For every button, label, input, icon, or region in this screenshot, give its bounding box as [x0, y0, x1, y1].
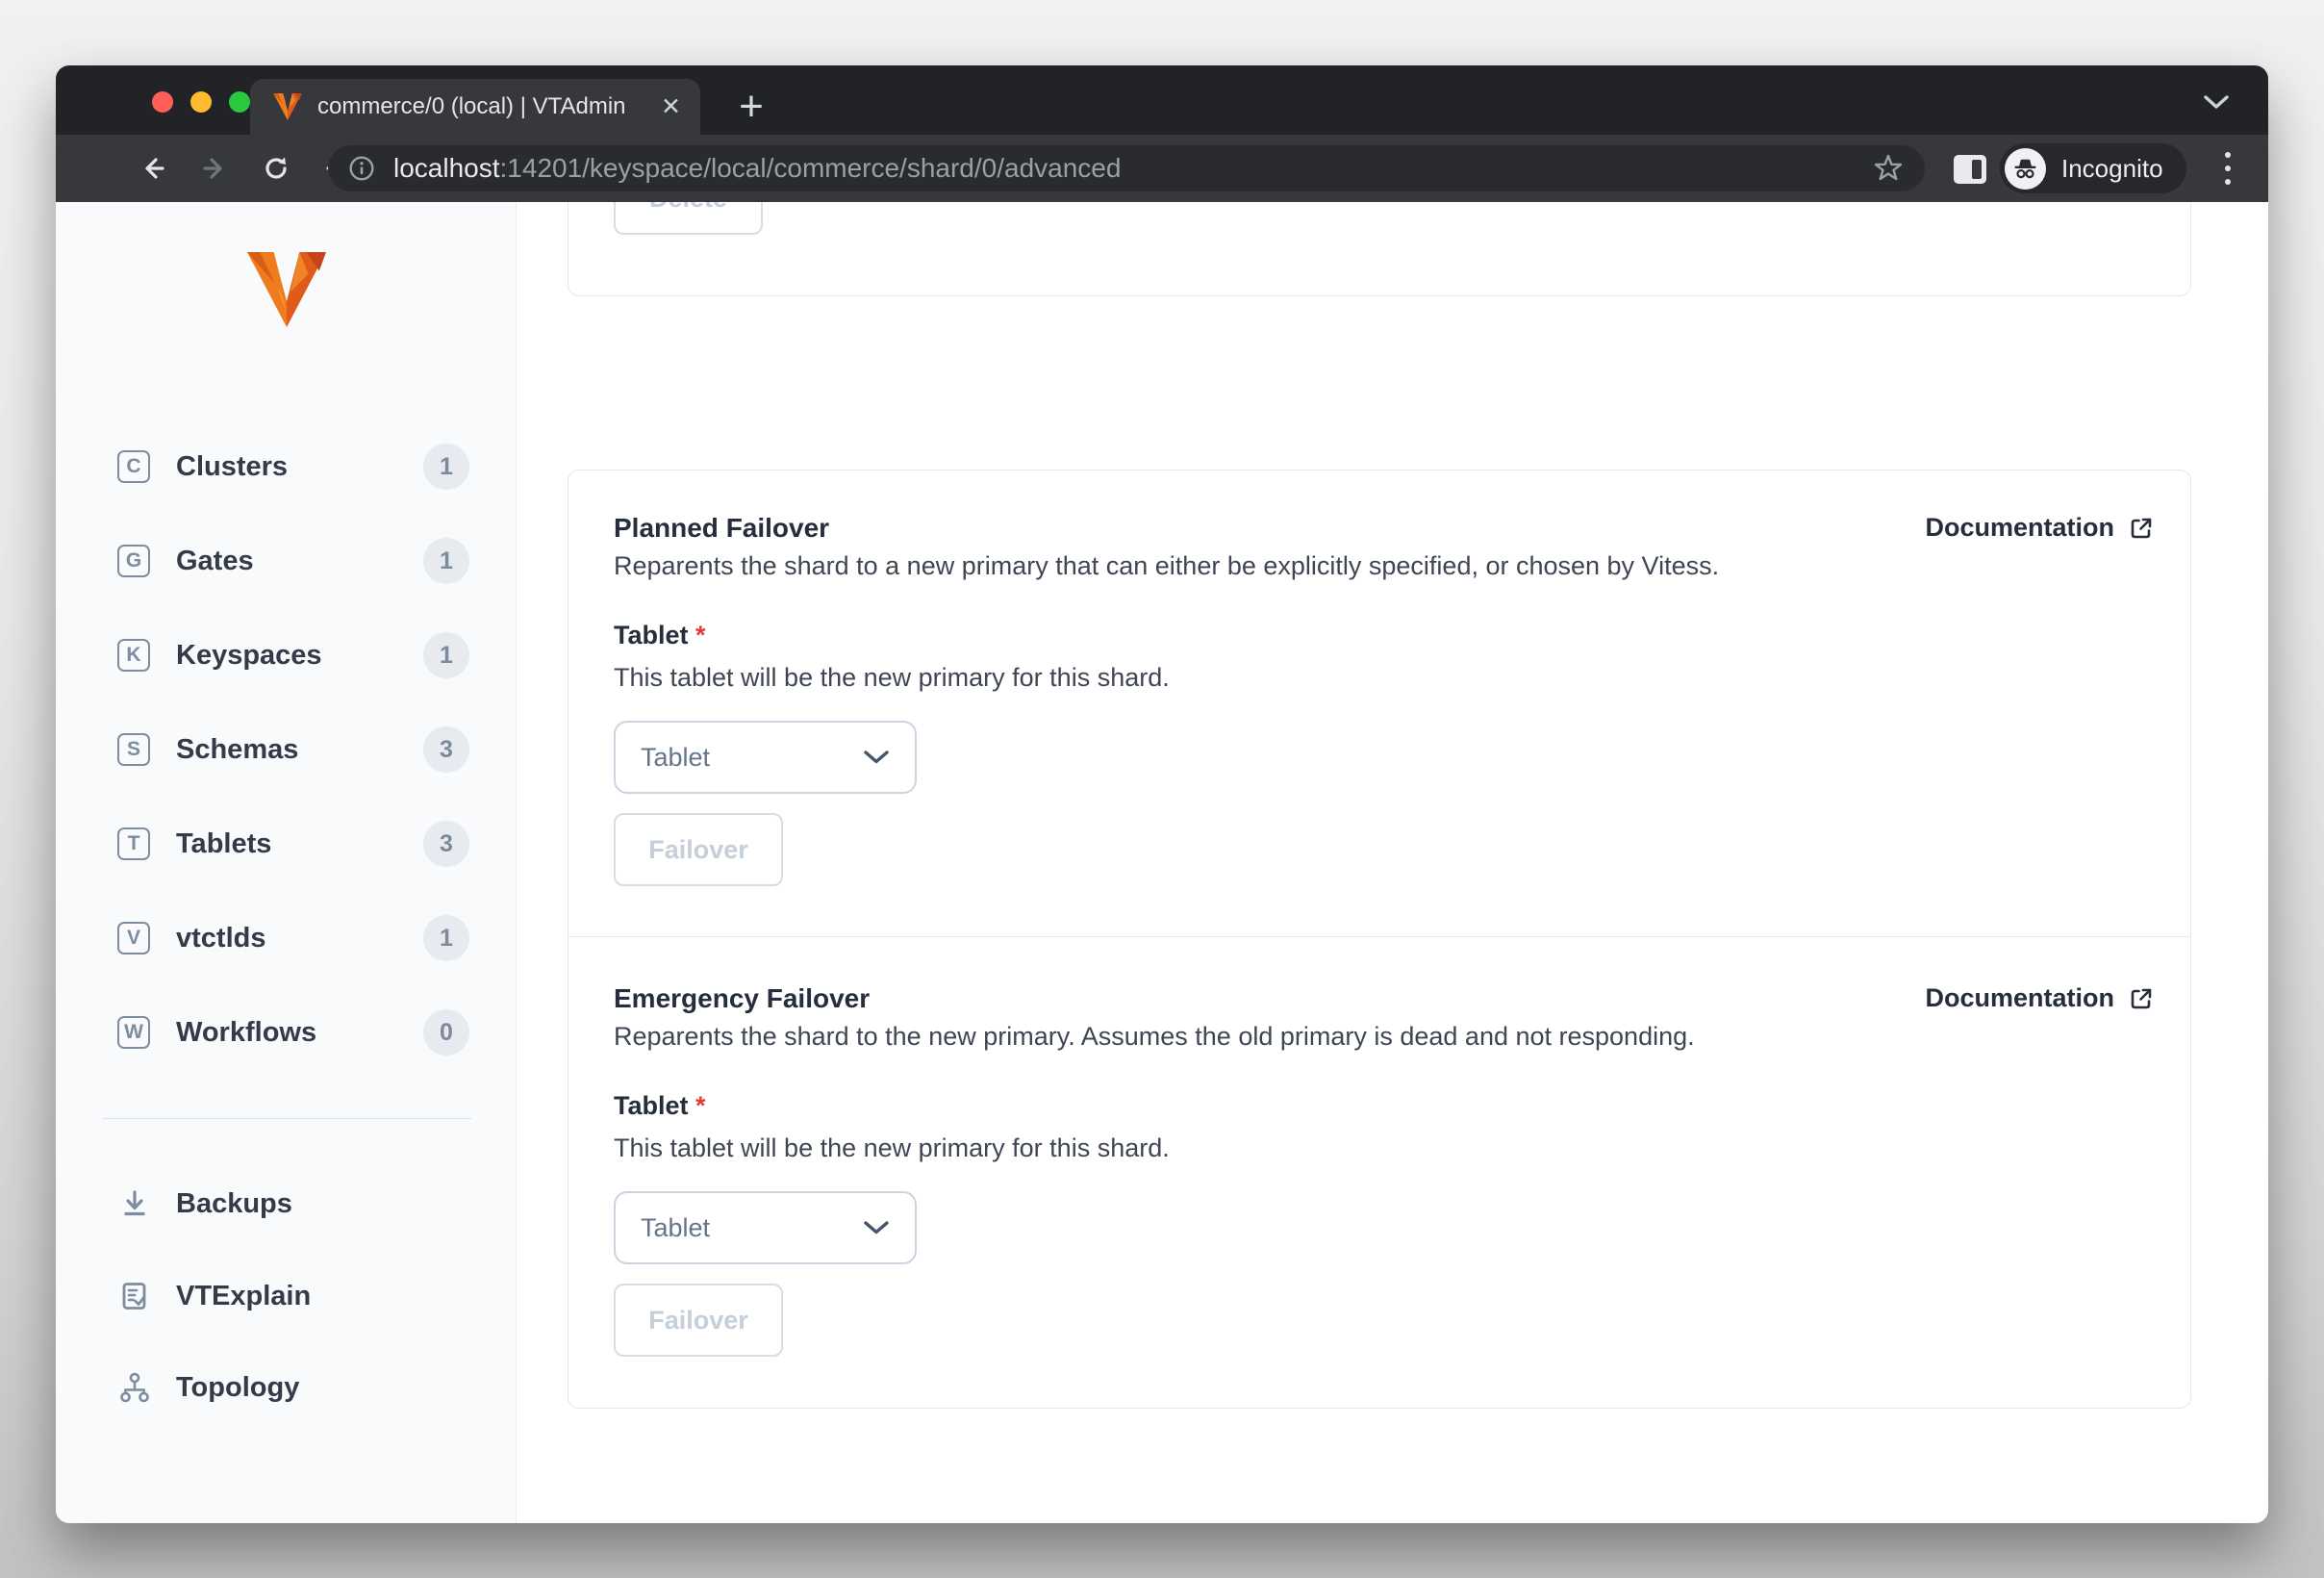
section-description: Reparents the shard to a new primary tha…	[614, 551, 1720, 580]
sidebar-item-label: Tablets	[176, 827, 272, 859]
gates-letter-icon: G	[117, 545, 150, 577]
schemas-letter-icon: S	[117, 733, 150, 766]
site-info-icon[interactable]	[347, 154, 376, 183]
url-text: localhost:14201/keyspace/local/commerce/…	[393, 153, 1871, 184]
tab-search-chevron-icon[interactable]	[2203, 94, 2230, 110]
section-title: Planned Failover	[614, 513, 830, 543]
sidebar: C Clusters 1 G Gates 1 K Keyspaces 1 S S…	[56, 202, 517, 1523]
sidebar-item-gates[interactable]: G Gates 1	[117, 514, 469, 608]
tab-close-icon[interactable]: ✕	[661, 94, 681, 119]
count-badge: 1	[423, 444, 469, 490]
delete-button[interactable]: Delete	[614, 202, 763, 235]
window-zoom-button[interactable]	[229, 91, 250, 113]
emergency-failover-button[interactable]: Failover	[614, 1284, 783, 1357]
sidebar-item-label: Keyspaces	[176, 639, 322, 671]
workflows-letter-icon: W	[117, 1016, 150, 1049]
url-host: localhost	[393, 153, 500, 183]
incognito-badge: Incognito	[2000, 143, 2186, 193]
chevron-down-icon	[863, 750, 890, 765]
url-path: :14201/keyspace/local/commerce/shard/0/a…	[499, 153, 1122, 183]
topology-graph-icon	[117, 1370, 152, 1405]
reparent-card: Planned Failover Documentation Reparents…	[568, 470, 2191, 1409]
documentation-link[interactable]: Documentation	[1925, 983, 2156, 1013]
sidebar-item-label: VTExplain	[176, 1280, 312, 1311]
vtexplain-document-icon	[117, 1279, 152, 1313]
count-badge: 3	[423, 726, 469, 773]
browser-menu-icon[interactable]	[2222, 149, 2234, 190]
vitess-favicon-icon	[273, 93, 302, 120]
field-label-text: Tablet	[614, 1091, 689, 1120]
new-tab-button[interactable]: +	[729, 83, 773, 130]
vtctlds-letter-icon: V	[117, 922, 150, 954]
tablet-field-help: This tablet will be the new primary for …	[614, 1133, 1170, 1162]
sidebar-item-vtexplain[interactable]: VTExplain	[117, 1249, 469, 1343]
sidebar-item-workflows[interactable]: W Workflows 0	[117, 985, 469, 1080]
incognito-label: Incognito	[2061, 153, 2163, 183]
count-badge: 1	[423, 538, 469, 584]
keyspaces-letter-icon: K	[117, 639, 150, 672]
required-asterisk: *	[695, 1091, 706, 1120]
address-bar[interactable]: localhost:14201/keyspace/local/commerce/…	[328, 145, 1925, 191]
documentation-label: Documentation	[1925, 983, 2114, 1012]
chevron-down-icon	[863, 1220, 890, 1235]
tablet-select[interactable]: Tablet	[614, 1191, 917, 1264]
sidebar-item-label: Gates	[176, 545, 254, 576]
sidebar-item-backups[interactable]: Backups	[117, 1157, 469, 1251]
sidebar-item-tablets[interactable]: T Tablets 3	[117, 797, 469, 891]
incognito-icon	[2005, 147, 2046, 190]
section-divider	[568, 936, 2190, 937]
page-content: C Clusters 1 G Gates 1 K Keyspaces 1 S S…	[56, 202, 2268, 1523]
vitess-logo-icon	[247, 252, 326, 327]
sidebar-item-label: Backups	[176, 1187, 292, 1219]
main-panel: Delete Reparent Planned Failover Documen…	[517, 202, 2268, 1523]
external-link-icon	[2127, 984, 2156, 1013]
sidebar-item-vtctlds[interactable]: V vtctlds 1	[117, 891, 469, 985]
sidebar-item-label: Topology	[176, 1371, 300, 1403]
reload-icon[interactable]	[260, 152, 292, 185]
sidebar-item-keyspaces[interactable]: K Keyspaces 1	[117, 608, 469, 702]
browser-tab[interactable]: commerce/0 (local) | VTAdmin ✕	[250, 79, 700, 135]
browser-window: commerce/0 (local) | VTAdmin ✕ + localho…	[56, 65, 2268, 1523]
side-panel-icon[interactable]	[1953, 154, 1987, 185]
backups-download-icon	[117, 1186, 152, 1221]
forward-icon[interactable]	[198, 152, 231, 185]
sidebar-item-clusters[interactable]: C Clusters 1	[117, 420, 469, 514]
window-close-button[interactable]	[152, 91, 173, 113]
tablet-select[interactable]: Tablet	[614, 721, 917, 794]
documentation-label: Documentation	[1925, 513, 2114, 542]
field-label-text: Tablet	[614, 621, 689, 649]
section-title: Emergency Failover	[614, 983, 871, 1013]
tablet-select-value: Tablet	[641, 742, 711, 772]
tab-strip: commerce/0 (local) | VTAdmin ✕ +	[56, 65, 2268, 135]
count-badge: 1	[423, 632, 469, 678]
tablets-letter-icon: T	[117, 827, 150, 860]
sidebar-item-topology[interactable]: Topology	[117, 1340, 469, 1435]
tablet-field-help: This tablet will be the new primary for …	[614, 663, 1170, 692]
sidebar-divider	[102, 1118, 471, 1119]
tablet-field-label: Tablet *	[614, 621, 706, 650]
previous-card: Delete	[568, 202, 2191, 296]
count-badge: 1	[423, 915, 469, 961]
section-description: Reparents the shard to the new primary. …	[614, 1022, 1695, 1051]
count-badge: 3	[423, 821, 469, 867]
required-asterisk: *	[695, 621, 706, 649]
external-link-icon	[2127, 514, 2156, 543]
sidebar-item-label: Clusters	[176, 450, 289, 482]
tablet-select-value: Tablet	[641, 1212, 711, 1242]
sidebar-item-label: Schemas	[176, 733, 299, 765]
sidebar-item-label: Workflows	[176, 1016, 317, 1048]
tablet-field-label: Tablet *	[614, 1091, 706, 1121]
window-minimize-button[interactable]	[190, 91, 212, 113]
count-badge: 0	[423, 1009, 469, 1056]
sidebar-item-schemas[interactable]: S Schemas 3	[117, 702, 469, 797]
planned-failover-button[interactable]: Failover	[614, 813, 783, 886]
bookmark-star-icon[interactable]	[1871, 151, 1906, 186]
clusters-letter-icon: C	[117, 450, 150, 483]
back-icon[interactable]	[137, 152, 169, 185]
tab-title: commerce/0 (local) | VTAdmin	[317, 93, 626, 119]
sidebar-item-label: vtctlds	[176, 922, 266, 954]
documentation-link[interactable]: Documentation	[1925, 513, 2156, 543]
browser-toolbar: localhost:14201/keyspace/local/commerce/…	[56, 135, 2268, 202]
